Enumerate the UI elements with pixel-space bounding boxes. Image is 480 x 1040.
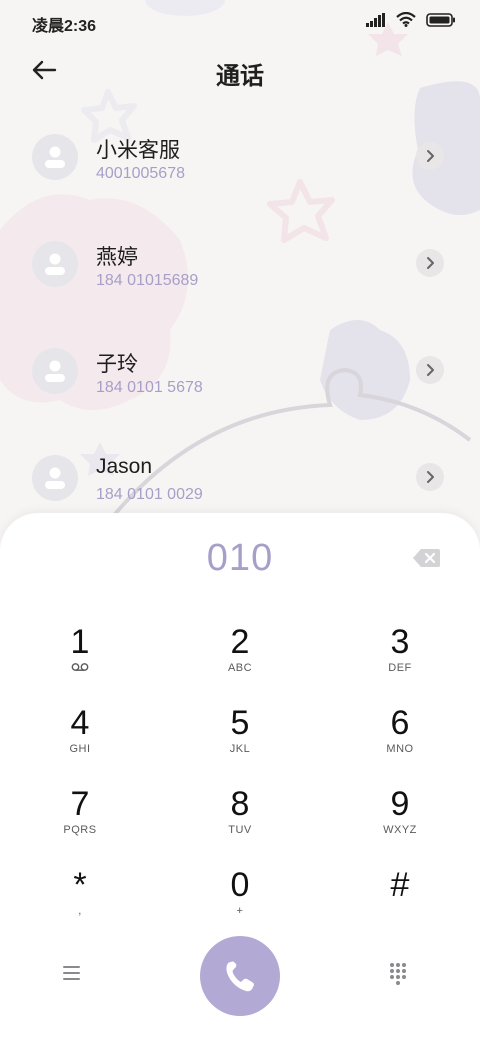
key-8[interactable]: 8 TUV (180, 785, 300, 855)
status-bar: 凌晨2:36 (0, 0, 480, 40)
contact-number: 184 0101 5678 (96, 379, 203, 396)
key-letters: GHI (69, 743, 91, 755)
contact-list: 小米客服 4001005678 燕婷 184 01015689 子玲 184 0… (0, 118, 480, 546)
avatar (32, 455, 78, 501)
key-9[interactable]: 9 WXYZ (340, 785, 460, 855)
key-digit: 7 (70, 785, 90, 823)
key-1[interactable]: 1 (20, 623, 140, 693)
contact-number: 184 0101 0029 (96, 486, 203, 503)
bottom-action-bar (0, 934, 480, 1016)
key-5[interactable]: 5 JKL (180, 704, 300, 774)
chevron-right-icon[interactable] (416, 463, 444, 491)
key-2[interactable]: 2 ABC (180, 623, 300, 693)
key-letters: TUV (228, 824, 252, 836)
key-letters: , (78, 905, 82, 917)
delete-button[interactable] (412, 547, 442, 569)
avatar (32, 241, 78, 287)
key-digit: 5 (230, 704, 250, 742)
key-digit: 2 (230, 623, 250, 661)
key-3[interactable]: 3 DEF (340, 623, 460, 693)
chevron-right-icon[interactable] (416, 249, 444, 277)
contact-item[interactable]: 燕婷 184 01015689 (0, 225, 480, 332)
key-star[interactable]: * , (20, 866, 140, 936)
chevron-right-icon[interactable] (416, 356, 444, 384)
key-digit: 8 (230, 785, 250, 823)
contact-name: 子玲 (96, 353, 138, 376)
contact-item[interactable]: 子玲 184 0101 5678 (0, 332, 480, 439)
contact-name: 燕婷 (96, 246, 138, 269)
wifi-icon (396, 12, 416, 27)
dial-panel: 010 1 2 ABC 3 DEF 4 GHI 5 JKL 6 MNO 7 PQ… (0, 513, 480, 1040)
key-letters: DEF (388, 662, 412, 674)
status-time: 凌晨2:36 (32, 18, 97, 35)
key-letters: ABC (227, 662, 253, 674)
call-button[interactable] (200, 936, 280, 1016)
person-icon (45, 467, 65, 489)
contact-number: 184 01015689 (96, 272, 199, 289)
key-digit: 1 (70, 623, 90, 661)
key-letters: + (236, 905, 244, 917)
phone-icon (226, 961, 254, 992)
dialpad-toggle-button[interactable] (388, 962, 416, 990)
contact-name: 小米客服 (96, 139, 180, 162)
key-letters: JKL (229, 743, 251, 755)
avatar (32, 348, 78, 394)
person-icon (45, 146, 65, 168)
backspace-icon (413, 549, 440, 567)
page-title: 通话 (216, 63, 264, 90)
key-7[interactable]: 7 PQRS (20, 785, 140, 855)
battery-icon (426, 12, 455, 27)
key-digit: 9 (390, 785, 410, 823)
status-icons (366, 12, 456, 27)
key-digit: 3 (390, 623, 410, 661)
header: 通话 (0, 48, 480, 92)
key-digit: * (73, 866, 87, 904)
menu-button[interactable] (62, 964, 94, 990)
chevron-right-icon[interactable] (416, 142, 444, 170)
contact-number: 4001005678 (96, 165, 185, 182)
contact-item[interactable]: 小米客服 4001005678 (0, 118, 480, 225)
key-letters: MNO (386, 743, 414, 755)
voicemail-icon (20, 662, 140, 676)
key-digit: 6 (390, 704, 410, 742)
key-letters (340, 905, 460, 919)
menu-icon (63, 966, 80, 980)
key-0[interactable]: 0 + (180, 866, 300, 936)
key-digit: 4 (70, 704, 90, 742)
dialpad-icon (390, 963, 406, 985)
key-digit: 0 (230, 866, 250, 904)
key-letters: WXYZ (383, 824, 417, 836)
key-4[interactable]: 4 GHI (20, 704, 140, 774)
key-letters: PQRS (63, 824, 97, 836)
person-icon (45, 360, 65, 382)
avatar (32, 134, 78, 180)
key-digit: # (390, 866, 410, 904)
contact-name: Jason (96, 455, 153, 478)
key-6[interactable]: 6 MNO (340, 704, 460, 774)
key-hash[interactable]: # (340, 866, 460, 936)
dialed-number: 010 (206, 537, 274, 579)
signal-icon (366, 12, 385, 27)
person-icon (45, 253, 65, 275)
